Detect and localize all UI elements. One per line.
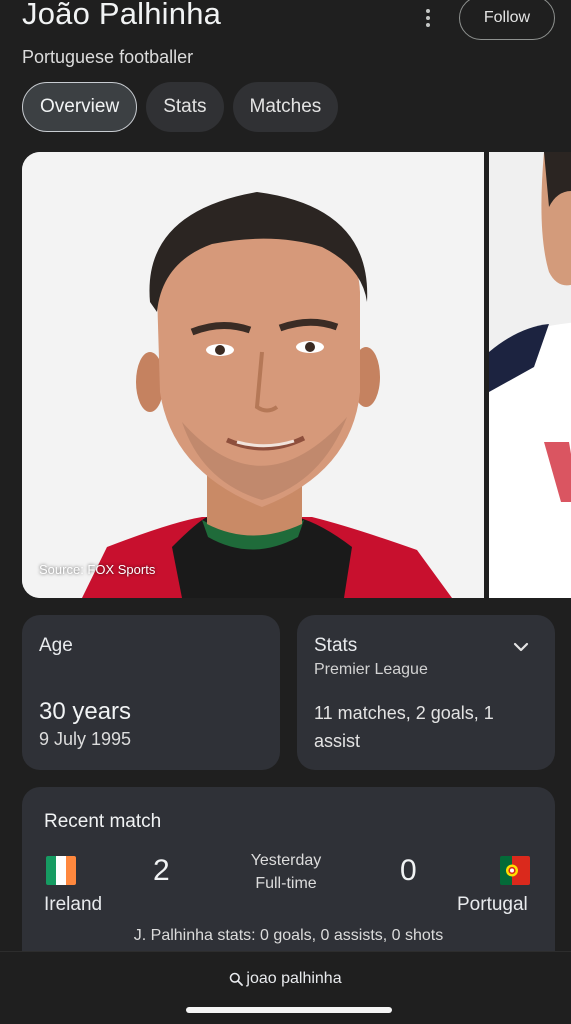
- away-score: 0: [400, 854, 417, 887]
- stats-summary: 11 matches, 2 goals, 1 assist: [314, 703, 494, 751]
- more-options-icon[interactable]: [418, 6, 438, 30]
- portugal-flag-icon: [500, 856, 530, 885]
- image-source-label: Source: FOX Sports: [39, 562, 156, 577]
- tab-overview[interactable]: Overview: [22, 82, 138, 132]
- stats-card[interactable]: Stats Premier League 11 matches, 2 goals…: [297, 615, 555, 770]
- home-indicator[interactable]: [186, 1007, 392, 1013]
- player-photo-main[interactable]: Source: FOX Sports: [22, 152, 484, 598]
- entity-subtitle: Portuguese footballer: [22, 47, 194, 67]
- age-card: Age 30 years 9 July 1995: [22, 615, 280, 770]
- search-query-text: joao palhinha: [246, 970, 342, 987]
- player-match-stats: J. Palhinha stats: 0 goals, 0 assists, 0…: [133, 927, 444, 944]
- entity-title: João Palhinha: [22, 0, 222, 31]
- match-state: Full-time: [255, 875, 317, 892]
- match-status: Yesterday Full-time: [236, 849, 336, 895]
- bottom-search-bar: joao palhinha: [0, 951, 571, 1024]
- age-label: Age: [39, 635, 73, 656]
- stats-league: Premier League: [314, 661, 428, 678]
- image-gallery: Source: FOX Sports: [22, 152, 571, 598]
- away-team-name: Portugal: [457, 894, 528, 915]
- search-query-chip[interactable]: joao palhinha: [0, 970, 571, 988]
- birth-date: 9 July 1995: [39, 729, 132, 749]
- match-date: Yesterday: [250, 852, 322, 869]
- tab-bar: Overview Stats Matches: [22, 82, 339, 132]
- stats-label: Stats: [314, 635, 358, 656]
- player-second-image: [489, 152, 571, 598]
- player-portrait-image: [22, 152, 484, 598]
- entity-header: João Palhinha Portuguese footballer Foll…: [0, 0, 571, 150]
- ireland-flag-icon: [46, 856, 76, 885]
- age-value: 30 years: [39, 698, 132, 725]
- player-photo-secondary[interactable]: [489, 152, 571, 598]
- tab-matches[interactable]: Matches: [232, 82, 339, 132]
- follow-button[interactable]: Follow: [459, 0, 555, 40]
- home-score: 2: [153, 854, 170, 887]
- search-icon: [230, 972, 244, 986]
- tab-stats[interactable]: Stats: [146, 82, 224, 132]
- chevron-down-icon[interactable]: [511, 637, 531, 657]
- recent-match-title: Recent match: [44, 811, 162, 832]
- home-team-name: Ireland: [44, 894, 103, 915]
